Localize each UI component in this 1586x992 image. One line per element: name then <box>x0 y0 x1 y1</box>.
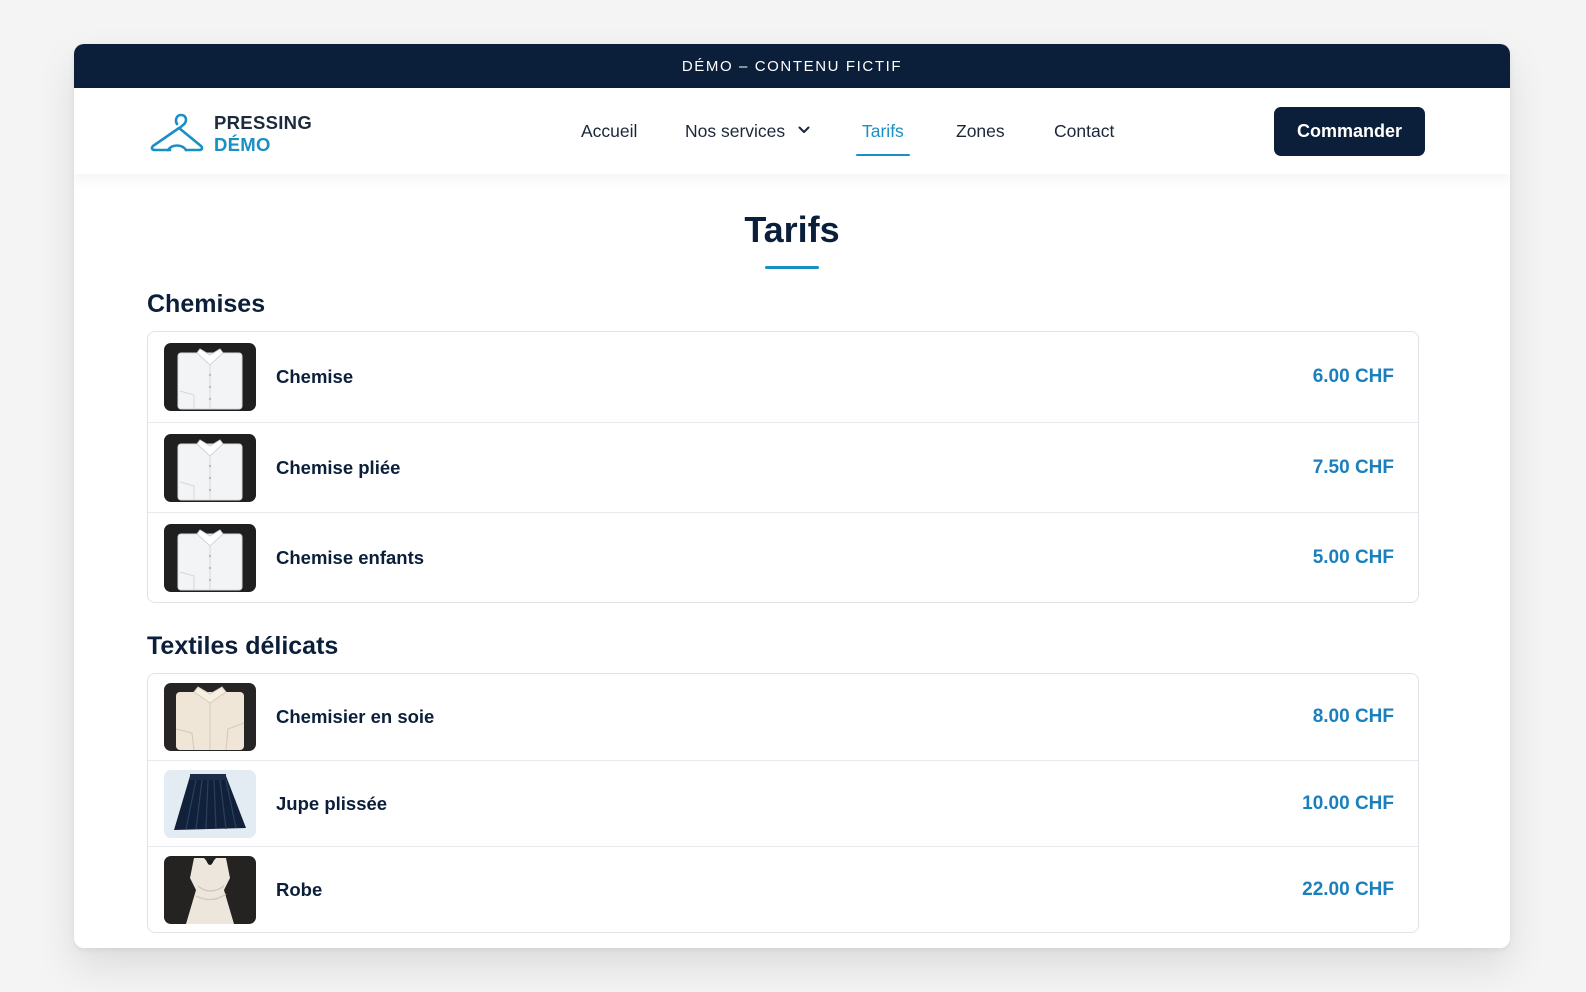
section-chemises: Chemises Chemise 6.00 CHF Chemise pliée … <box>147 289 1419 603</box>
item-name: Chemise <box>276 366 354 387</box>
nav-tarifs[interactable]: Tarifs <box>856 88 910 174</box>
item-name: Chemisier en soie <box>276 706 435 727</box>
page-title: Tarifs <box>744 209 840 250</box>
nav-accueil[interactable]: Accueil <box>581 88 637 174</box>
item-name: Chemise enfants <box>276 546 425 568</box>
demo-banner-text: DÉMO – CONTENU FICTIF <box>681 57 903 75</box>
item-price: 7.50 CHF <box>1312 456 1394 478</box>
chevron-down-icon <box>785 121 811 142</box>
section-title: Chemises <box>147 290 266 318</box>
item-price: 22.00 CHF <box>1302 878 1394 900</box>
price-row[interactable]: Jupe plissée 10.00 CHF <box>148 760 1418 846</box>
site-header: PRESSING DÉMO Accueil Nos services Tarif… <box>74 88 1510 174</box>
price-row[interactable]: Chemise 6.00 CHF <box>148 332 1418 422</box>
price-row[interactable]: Chemise enfants 5.00 CHF <box>148 512 1418 602</box>
dress-image <box>164 855 256 924</box>
title-underline <box>765 266 819 269</box>
nav-nos-services[interactable]: Nos services <box>685 88 811 174</box>
demo-banner: DÉMO – CONTENU FICTIF <box>74 44 1510 88</box>
pleated-skirt-image <box>164 769 256 838</box>
white-shirt-image <box>164 433 256 502</box>
nav-nos-services-label: Nos services <box>685 120 786 141</box>
item-price: 5.00 CHF <box>1312 546 1394 568</box>
price-list: Chemise 6.00 CHF Chemise pliée 7.50 CHF … <box>147 331 1419 603</box>
item-price: 6.00 CHF <box>1312 366 1394 387</box>
price-list: Chemisier en soie 8.00 CHF Jupe plissée … <box>147 673 1419 933</box>
nav-accueil-label: Accueil <box>581 120 638 141</box>
item-name: Jupe plissée <box>276 792 388 814</box>
item-price: 10.00 CHF <box>1302 792 1394 814</box>
section-title: Textiles délicats <box>147 632 339 660</box>
nav-zones[interactable]: Zones <box>956 88 1005 174</box>
price-row[interactable]: Robe 22.00 CHF <box>148 846 1418 932</box>
silk-blouse-image <box>164 683 256 751</box>
price-row[interactable]: Chemisier en soie 8.00 CHF <box>148 674 1418 760</box>
price-row[interactable]: Chemise pliée 7.50 CHF <box>148 422 1418 512</box>
nav-contact[interactable]: Contact <box>1054 88 1114 174</box>
nav-tarifs-label: Tarifs <box>862 120 904 141</box>
browser-window: DÉMO – CONTENU FICTIF PRESSING DÉMO Accu… <box>74 44 1510 948</box>
nav-contact-label: Contact <box>1054 120 1115 141</box>
white-shirt-image <box>164 523 256 592</box>
item-price: 8.00 CHF <box>1312 706 1394 727</box>
commander-button[interactable]: Commander <box>1274 107 1425 156</box>
white-shirt-image <box>164 343 256 411</box>
nav-zones-label: Zones <box>956 120 1005 141</box>
section-textiles-delicats: Textiles délicats Chemisier en soie 8.00… <box>147 631 1419 933</box>
item-name: Chemise pliée <box>276 456 401 478</box>
item-name: Robe <box>276 878 323 900</box>
